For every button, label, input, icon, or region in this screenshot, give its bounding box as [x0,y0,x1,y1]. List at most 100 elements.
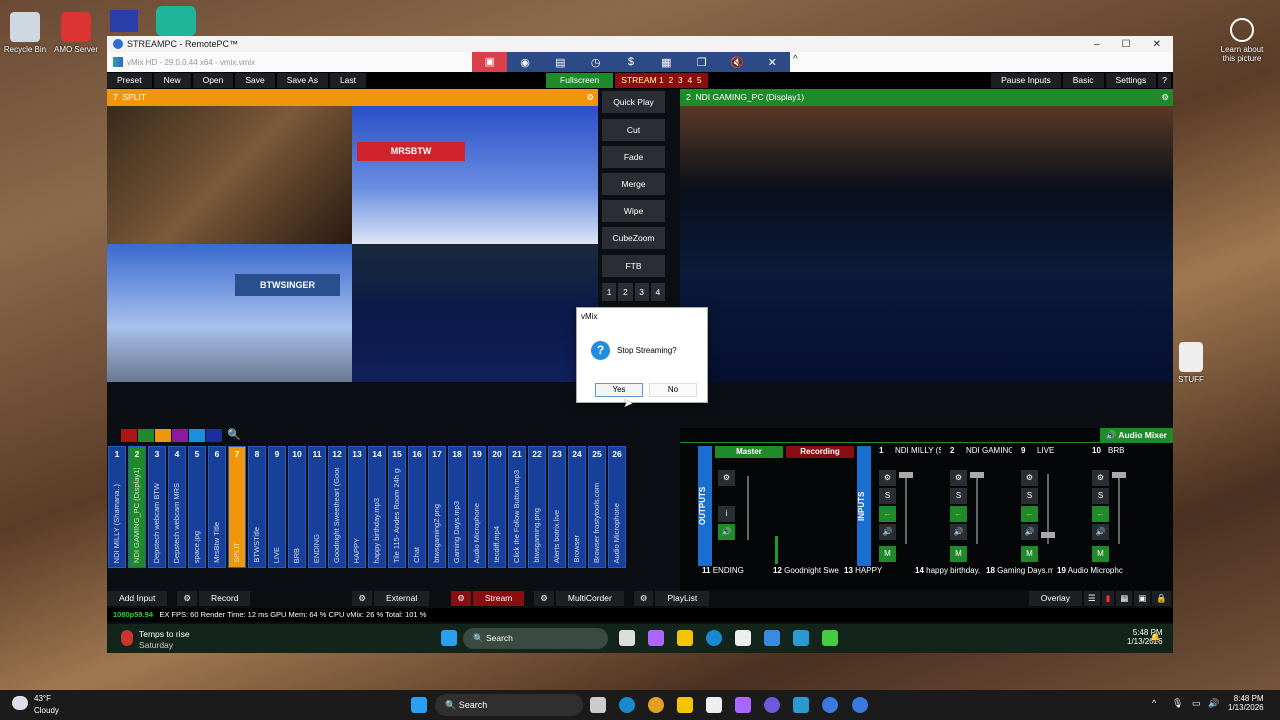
input-tile[interactable]: 9 LIVE [268,446,286,568]
chart-app-icon[interactable] [156,6,196,36]
app-taskbar-icon[interactable] [822,630,838,646]
program-video[interactable] [680,106,1173,382]
minimize-button[interactable]: – [1094,39,1100,50]
save-button[interactable]: Save [235,73,275,88]
input-tile[interactable]: 13 HAPPY [348,446,366,568]
input-tile[interactable]: 15 Tile 115- Andes Room 24h gif [388,446,406,568]
fader-handle[interactable] [970,472,984,478]
input-tile[interactable]: 2 NDI GAMING_PC (Display1) [128,446,146,568]
edge-icon[interactable] [619,697,635,713]
help-button[interactable]: ? [1158,73,1171,88]
fullscreen-icon[interactable]: ✕ [755,56,790,69]
solo-button[interactable]: S [950,488,967,504]
open-button[interactable]: Open [192,73,234,88]
audio-channel-collapsed[interactable]: 14 happy birthday. [911,566,982,588]
color-tag[interactable] [172,429,188,442]
chevron-up-icon[interactable]: ^ [793,54,798,65]
mute-button[interactable]: M [879,546,896,562]
input-tile[interactable]: 26 Audio Microphone [608,446,626,568]
speaker-icon[interactable]: 🔊 [879,524,896,540]
master-gear-icon[interactable]: ⚙ [718,470,735,486]
external-button[interactable]: External [374,591,430,606]
channel-gear-icon[interactable]: ⚙ [1021,470,1038,486]
input-tile[interactable]: 16 Chat [408,446,426,568]
audio-channel-collapsed[interactable]: 11 ENDING [698,566,769,588]
bus-arrow-icon[interactable]: ← [1092,506,1109,522]
mic-icon[interactable]: 🎙 [1172,698,1183,709]
file-explorer-icon[interactable] [677,630,693,646]
store-icon[interactable] [706,697,722,713]
chrome-icon[interactable] [648,697,664,713]
save-as-button[interactable]: Save As [276,73,328,88]
learn-about-picture-icon[interactable]: Learn about this picture [1216,18,1268,63]
vmix-taskbar-icon[interactable] [793,630,809,646]
preview-video[interactable]: MRSBTW BTWSINGER [107,106,598,382]
mute-button[interactable]: M [1021,546,1038,562]
weather-icon[interactable] [121,630,133,646]
master-fader[interactable] [747,476,749,540]
stream-2[interactable]: 2 [669,75,674,85]
close-button[interactable]: ✕ [1153,39,1161,50]
solo-button[interactable]: S [1021,488,1038,504]
stream-indicator[interactable]: STREAM 1 2 3 4 5 [615,73,708,88]
amo-server-icon[interactable]: AMO Server [53,12,99,54]
bus-arrow-icon[interactable]: ← [1021,506,1038,522]
transition-4[interactable]: 4 [650,283,665,301]
outlook-icon[interactable] [764,630,780,646]
master-channel[interactable]: Master [715,446,783,458]
stuff-folder-icon[interactable]: STUFF [1168,342,1214,384]
multicorder-button[interactable]: MultiCorder [555,591,624,606]
yes-button[interactable]: Yes [595,383,643,397]
screen-icon[interactable]: ▣ [472,52,508,72]
merge-button[interactable]: Merge [602,173,665,195]
fullscreen-button[interactable]: Fullscreen [546,73,614,88]
playlist-button[interactable]: PlayList [655,591,710,606]
transition-3[interactable]: 3 [634,283,649,301]
temperature[interactable]: 43°F [34,694,51,703]
stream-3[interactable]: 3 [678,75,683,85]
input-tile[interactable]: 23 Alerts botrix.live [548,446,566,568]
grid-icon[interactable]: ▦ [1116,591,1133,606]
app-icon[interactable] [110,10,138,32]
stream-1[interactable]: 1 [659,75,664,85]
wipe-button[interactable]: Wipe [602,200,665,222]
stream-settings-icon[interactable]: ⚙ [451,591,471,606]
fader-handle[interactable] [899,472,913,478]
copilot-icon[interactable] [735,697,751,713]
volume-fader[interactable] [976,474,978,544]
channel-gear-icon[interactable]: ⚙ [1092,470,1109,486]
fader-handle[interactable] [1112,472,1126,478]
volume-fader[interactable] [1118,474,1120,544]
color-tag[interactable] [206,429,222,442]
input-tile[interactable]: 25 Browser frostytools.com [588,446,606,568]
stream-button[interactable]: Stream [472,591,525,606]
playlist-settings-icon[interactable]: ⚙ [633,591,654,606]
edge-icon[interactable] [706,630,722,646]
last-button[interactable]: Last [329,73,367,88]
weather-icon[interactable] [12,696,28,710]
external-settings-icon[interactable]: ⚙ [352,591,373,606]
multicorder-settings-icon[interactable]: ⚙ [534,591,554,606]
channel-gear-icon[interactable]: ⚙ [879,470,896,486]
program-gear-icon[interactable]: ⚙ [1161,89,1169,106]
file-explorer-icon[interactable] [677,697,693,713]
task-view-icon[interactable] [590,697,606,713]
volume-fader[interactable] [905,474,907,544]
vmix-icon[interactable] [793,697,809,713]
speaker-icon[interactable]: 🔊 [1021,524,1038,540]
task-view-icon[interactable] [619,630,635,646]
solo-button[interactable]: S [879,488,896,504]
cut-button[interactable]: Cut [602,119,665,141]
color-tag[interactable] [189,429,205,442]
record-button[interactable]: Record [199,591,251,606]
lock-icon[interactable]: 🔒 [1152,591,1171,606]
input-tile[interactable]: 22 btwsgaming.png [528,446,546,568]
windows-start-icon[interactable] [411,697,427,713]
pause-inputs-button[interactable]: Pause Inputs [991,73,1061,88]
input-tile[interactable]: 5 space.jpg [188,446,206,568]
clock[interactable]: 8:48 PM 1/13/2026 [1228,694,1264,712]
stream-4[interactable]: 4 [687,75,692,85]
mute-icon[interactable]: 🔇 [719,56,754,69]
transfer-icon[interactable]: $ [613,56,648,68]
add-input-button[interactable]: Add Input [107,591,168,606]
